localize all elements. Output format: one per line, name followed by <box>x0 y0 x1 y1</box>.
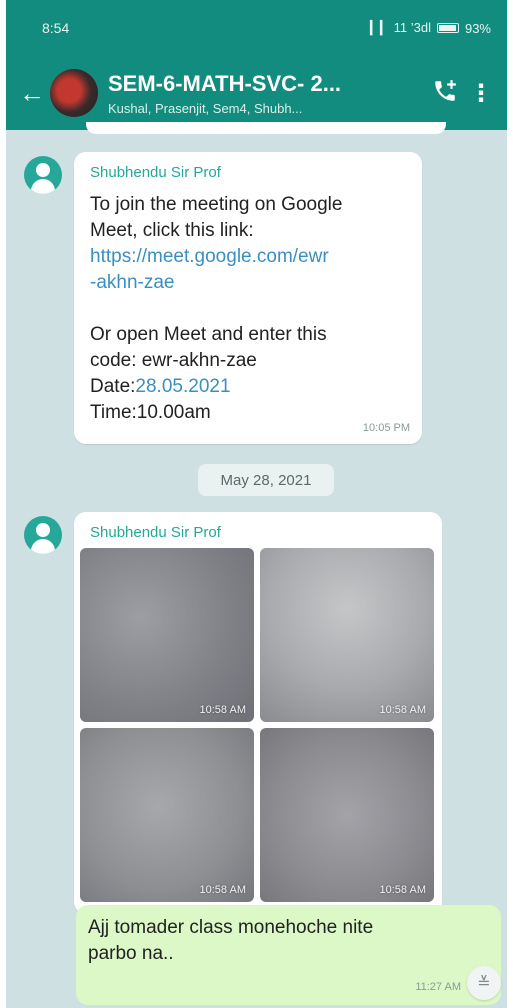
scroll-down-button[interactable]: ≚ <box>467 966 501 1000</box>
previous-message-edge <box>86 122 446 134</box>
battery-icon <box>436 23 459 33</box>
message-text: To join the meeting on Google Meet, clic… <box>90 192 410 426</box>
phone-screen: 8:54 ▎▎ 11 ’3dl 93% ← SEM-6-MATH-SVC- 2.… <box>6 0 507 1008</box>
photo-timestamp: 10:58 AM <box>379 884 426 896</box>
photo-timestamp: 10:58 AM <box>199 884 246 896</box>
date-label: Date: <box>90 376 136 397</box>
chat-title-area[interactable]: SEM-6-MATH-SVC- 2... Kushal, Prasenjit, … <box>108 71 423 116</box>
message-line: To join the meeting on Google <box>90 194 343 215</box>
message-timestamp: 11:27 AM <box>415 981 461 993</box>
photo-timestamp: 10:58 AM <box>199 704 246 716</box>
status-time: 8:54 <box>42 20 70 36</box>
photo-thumbnail[interactable]: 10:58 AM <box>260 728 434 902</box>
phone-plus-icon <box>435 79 456 101</box>
date-link[interactable]: 28.05.2021 <box>135 376 230 397</box>
message-line: Or open Meet and enter this <box>90 324 327 345</box>
back-arrow-icon[interactable]: ← <box>14 78 50 109</box>
add-call-icon[interactable] <box>423 78 467 109</box>
photo-message-bubble[interactable]: Shubhendu Sir Prof 10:58 AM 10:58 AM 10:… <box>74 512 442 914</box>
message-text: Ajj tomader class monehoche nite parbo n… <box>88 915 448 967</box>
sender-avatar[interactable] <box>24 516 62 554</box>
photo-timestamp: 10:58 AM <box>379 704 426 716</box>
message-line: parbo na.. <box>88 943 174 964</box>
status-indicators: ▎▎ 11 ’3dl 93% <box>370 20 491 36</box>
meet-link[interactable]: https://meet.google.com/ewr <box>90 244 410 270</box>
message-bubble[interactable]: Shubhendu Sir Prof To join the meeting o… <box>74 152 422 444</box>
chat-participants: Kushal, Prasenjit, Sem4, Shubh... <box>108 100 303 116</box>
date-line: Date:28.05.2021 <box>90 374 410 400</box>
sender-name[interactable]: Shubhendu Sir Prof <box>90 524 221 541</box>
outgoing-message-bubble[interactable]: Ajj tomader class monehoche nite parbo n… <box>76 905 501 1005</box>
status-bar: 8:54 ▎▎ 11 ’3dl 93% <box>6 0 507 56</box>
chat-messages[interactable]: Shubhendu Sir Prof To join the meeting o… <box>6 122 507 1008</box>
double-chevron-down-icon: ≚ <box>477 975 491 992</box>
message-line: Ajj tomader class monehoche nite <box>88 917 374 938</box>
photo-thumbnail[interactable]: 10:58 AM <box>80 728 254 902</box>
battery-level: 93% <box>464 20 491 36</box>
message-line: Meet, click this link: <box>90 220 254 241</box>
chat-header: ← SEM-6-MATH-SVC- 2... Kushal, Prasenjit… <box>6 56 507 130</box>
meet-link-continued[interactable]: -akhn-zae <box>90 270 410 296</box>
group-avatar[interactable] <box>50 69 98 117</box>
more-options-icon[interactable]: ⋮ <box>467 79 495 108</box>
photo-thumbnail[interactable]: 10:58 AM <box>260 548 434 722</box>
date-separator: May 28, 2021 <box>198 464 334 496</box>
sender-name[interactable]: Shubhendu Sir Prof <box>90 164 221 181</box>
chat-title: SEM-6-MATH-SVC- 2... <box>108 70 342 96</box>
message-timestamp: 10:05 PM <box>362 422 410 434</box>
sender-avatar[interactable] <box>24 156 62 194</box>
photo-thumbnail[interactable]: 10:58 AM <box>80 548 254 722</box>
message-line: code: ewr-akhn-zae <box>90 350 257 371</box>
signal-indicator: ▎▎ 11 ’3dl <box>370 20 431 35</box>
